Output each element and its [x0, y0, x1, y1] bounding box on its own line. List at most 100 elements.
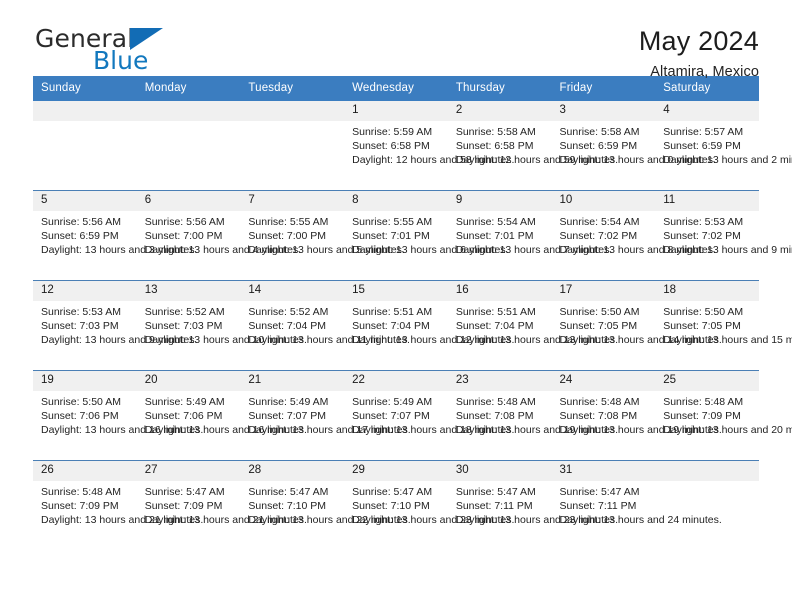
general-blue-logo[interactable]: General Blue — [33, 26, 233, 76]
day-number: 5 — [33, 191, 137, 211]
sunrise-text: Sunrise: 5:58 AM — [559, 126, 640, 138]
sunset-text: Sunset: 7:00 PM — [248, 230, 327, 243]
day-number: 13 — [136, 281, 241, 301]
calendar-week-row: 12 Sunrise: 5:53 AM Sunset: 7:03 PM Dayligh… — [33, 280, 792, 371]
calendar-day-cell[interactable]: 14 Sunrise: 5:52 AM Sunset: 7:04 PM Dayligh… — [240, 280, 410, 371]
sunrise-text: Sunrise: 5:59 AM — [352, 126, 433, 138]
day-details: Sunrise: 5:48 AM Sunset: 7:09 PM Daylight:… — [655, 391, 792, 438]
day-cell-inner: 23 Sunrise: 5:48 AM Sunset: 7:08 PM Dayligh… — [447, 371, 618, 460]
day-number: 30 — [447, 461, 552, 481]
page-title: May 2024 — [638, 26, 759, 56]
calendar-day-cell[interactable]: 23 Sunrise: 5:48 AM Sunset: 7:08 PM Dayligh… — [447, 370, 618, 461]
calendar-day-cell[interactable]: 17 Sunrise: 5:50 AM Sunset: 7:05 PM Dayligh… — [551, 280, 722, 371]
day-cell-inner: 9 Sunrise: 5:54 AM Sunset: 7:01 PM Daylight… — [447, 191, 613, 280]
day-cell-inner: 19 Sunrise: 5:50 AM Sunset: 7:06 PM Dayligh… — [33, 371, 203, 460]
calendar-day-cell[interactable]: 7 Sunrise: 5:55 AM Sunset: 7:00 PM Daylight… — [240, 190, 405, 281]
day-details: Sunrise: 5:56 AM Sunset: 7:00 PM Daylight:… — [137, 211, 301, 258]
sunset-text: Sunset: 7:01 PM — [352, 230, 430, 243]
day-cell-inner — [136, 101, 241, 190]
calendar-day-cell[interactable]: 29 Sunrise: 5:47 AM Sunset: 7:10 PM Dayligh… — [344, 460, 514, 550]
calendar-day-cell[interactable]: 3 Sunrise: 5:58 AM Sunset: 6:59 PM Daylight… — [551, 101, 716, 191]
sunset-text: Sunset: 7:06 PM — [144, 410, 223, 423]
daylight-text: Daylight: 13 hours and 17 minutes. — [248, 424, 411, 437]
calendar-day-cell[interactable]: 21 Sunrise: 5:49 AM Sunset: 7:07 PM Dayligh… — [240, 370, 411, 461]
day-cell-inner: 26 Sunrise: 5:48 AM Sunset: 7:09 PM Dayligh… — [33, 461, 203, 550]
sunset-text: Sunset: 7:03 PM — [41, 320, 119, 333]
calendar-week-row: 26 Sunrise: 5:48 AM Sunset: 7:09 PM Dayligh… — [33, 460, 759, 550]
day-number: 23 — [447, 371, 552, 391]
sunset-text: Sunset: 7:04 PM — [248, 320, 327, 333]
sunrise-text: Sunrise: 5:47 AM — [352, 486, 433, 498]
day-number: 21 — [240, 371, 345, 391]
calendar-day-cell[interactable]: 31 Sunrise: 5:47 AM Sunset: 7:11 PM Dayligh… — [551, 460, 722, 550]
calendar-day-cell-empty — [33, 101, 137, 191]
calendar-day-cell[interactable]: 6 Sunrise: 5:56 AM Sunset: 7:00 PM Daylight… — [136, 190, 301, 281]
day-number: 4 — [655, 101, 759, 121]
sunset-text: Sunset: 7:04 PM — [352, 320, 430, 333]
sunset-text: Sunset: 7:08 PM — [559, 410, 638, 423]
sunrise-text: Sunrise: 5:47 AM — [455, 486, 536, 498]
day-details: Sunrise: 5:49 AM Sunset: 7:07 PM Daylight:… — [240, 391, 411, 438]
daylight-text: Daylight: 13 hours and 9 minutes. — [41, 334, 198, 347]
day-details: Sunrise: 5:53 AM Sunset: 7:03 PM Daylight:… — [33, 301, 198, 348]
calendar-day-cell[interactable]: 15 Sunrise: 5:51 AM Sunset: 7:04 PM Dayligh… — [344, 280, 514, 371]
calendar-day-cell[interactable]: 27 Sunrise: 5:47 AM Sunset: 7:09 PM Dayligh… — [136, 460, 307, 550]
calendar-day-cell[interactable]: 11 Sunrise: 5:53 AM Sunset: 7:02 PM Dayligh… — [655, 190, 792, 281]
daylight-text: Daylight: 13 hours and 6 minutes. — [352, 244, 509, 257]
calendar-day-cell[interactable]: 20 Sunrise: 5:49 AM Sunset: 7:06 PM Dayligh… — [136, 370, 307, 461]
day-number: 7 — [240, 191, 345, 211]
daylight-text: Daylight: 13 hours and 3 minutes. — [41, 244, 198, 257]
day-cell-inner: 2 Sunrise: 5:58 AM Sunset: 6:58 PM Daylight… — [447, 101, 619, 190]
calendar-day-cell[interactable]: 8 Sunrise: 5:55 AM Sunset: 7:01 PM Daylight… — [344, 190, 509, 281]
calendar-day-cell[interactable]: 19 Sunrise: 5:50 AM Sunset: 7:06 PM Dayligh… — [33, 370, 203, 461]
sunset-text: Sunset: 7:09 PM — [41, 500, 119, 513]
weekday-header-cell: Thursday — [447, 76, 552, 101]
calendar-day-cell[interactable]: 13 Sunrise: 5:52 AM Sunset: 7:03 PM Dayligh… — [136, 280, 307, 371]
calendar-day-cell[interactable]: 22 Sunrise: 5:49 AM Sunset: 7:07 PM Dayligh… — [344, 370, 514, 461]
day-details: Sunrise: 5:50 AM Sunset: 7:05 PM Daylight:… — [655, 301, 792, 348]
calendar-day-cell[interactable]: 2 Sunrise: 5:58 AM Sunset: 6:58 PM Daylight… — [447, 101, 619, 191]
daylight-text: Daylight: 13 hours and 0 minutes. — [559, 154, 716, 167]
sunset-text: Sunset: 7:07 PM — [248, 410, 327, 423]
day-number: 28 — [240, 461, 345, 481]
day-number: 15 — [344, 281, 448, 301]
day-cell-inner: 6 Sunrise: 5:56 AM Sunset: 7:00 PM Daylight… — [136, 191, 301, 280]
calendar-day-cell[interactable]: 30 Sunrise: 5:47 AM Sunset: 7:11 PM Dayligh… — [447, 460, 619, 550]
sunrise-text: Sunrise: 5:51 AM — [352, 306, 433, 318]
sunset-text: Sunset: 7:02 PM — [663, 230, 741, 243]
day-cell-inner — [655, 461, 759, 550]
daylight-text: Daylight: 13 hours and 23 minutes. — [455, 514, 619, 527]
day-cell-inner — [33, 101, 137, 190]
sunrise-text: Sunrise: 5:52 AM — [144, 306, 225, 318]
calendar-day-cell[interactable]: 16 Sunrise: 5:51 AM Sunset: 7:04 PM Dayligh… — [447, 280, 618, 371]
calendar-day-cell[interactable]: 9 Sunrise: 5:54 AM Sunset: 7:01 PM Daylight… — [447, 190, 613, 281]
calendar-day-cell[interactable]: 28 Sunrise: 5:47 AM Sunset: 7:10 PM Dayligh… — [240, 460, 411, 550]
calendar-day-cell[interactable]: 5 Sunrise: 5:56 AM Sunset: 6:59 PM Daylight… — [33, 190, 198, 281]
sunset-text: Sunset: 6:59 PM — [663, 140, 741, 153]
sunrise-text: Sunrise: 5:55 AM — [352, 216, 433, 228]
calendar-day-cell[interactable]: 24 Sunrise: 5:48 AM Sunset: 7:08 PM Dayligh… — [551, 370, 722, 461]
daylight-text: Daylight: 13 hours and 7 minutes. — [455, 244, 613, 257]
calendar-day-cell[interactable]: 26 Sunrise: 5:48 AM Sunset: 7:09 PM Dayligh… — [33, 460, 203, 550]
day-details: Sunrise: 5:55 AM Sunset: 7:01 PM Daylight:… — [344, 211, 509, 258]
calendar-day-cell[interactable]: 10 Sunrise: 5:54 AM Sunset: 7:02 PM Dayligh… — [551, 190, 716, 281]
daylight-text: Daylight: 12 hours and 59 minutes. — [455, 154, 619, 167]
day-number: 29 — [344, 461, 448, 481]
day-details: Sunrise: 5:47 AM Sunset: 7:10 PM Daylight:… — [240, 481, 410, 528]
day-number: 27 — [136, 461, 241, 481]
calendar-day-cell[interactable]: 18 Sunrise: 5:50 AM Sunset: 7:05 PM Dayligh… — [655, 280, 792, 371]
calendar-day-cell[interactable]: 12 Sunrise: 5:53 AM Sunset: 7:03 PM Dayligh… — [33, 280, 198, 371]
daylight-text: Daylight: 13 hours and 5 minutes. — [248, 244, 405, 257]
sunrise-text: Sunrise: 5:48 AM — [455, 396, 536, 408]
calendar-day-cell[interactable]: 1 Sunrise: 5:59 AM Sunset: 6:58 PM Daylight… — [344, 101, 514, 191]
day-details: Sunrise: 5:47 AM Sunset: 7:09 PM Daylight:… — [137, 481, 307, 528]
day-cell-inner: 24 Sunrise: 5:48 AM Sunset: 7:08 PM Dayligh… — [551, 371, 722, 460]
day-number: 25 — [655, 371, 759, 391]
sunset-text: Sunset: 7:03 PM — [144, 320, 223, 333]
page-header: General Blue May 2024 Altamira, Mexico — [33, 0, 759, 80]
day-details: Sunrise: 5:55 AM Sunset: 7:00 PM Daylight:… — [240, 211, 405, 258]
weekday-header-cell: Sunday — [33, 76, 137, 101]
calendar-day-cell[interactable]: 4 Sunrise: 5:57 AM Sunset: 6:59 PM Daylight… — [655, 101, 792, 191]
calendar-day-cell[interactable]: 25 Sunrise: 5:48 AM Sunset: 7:09 PM Dayligh… — [655, 370, 792, 461]
day-number — [33, 101, 137, 121]
